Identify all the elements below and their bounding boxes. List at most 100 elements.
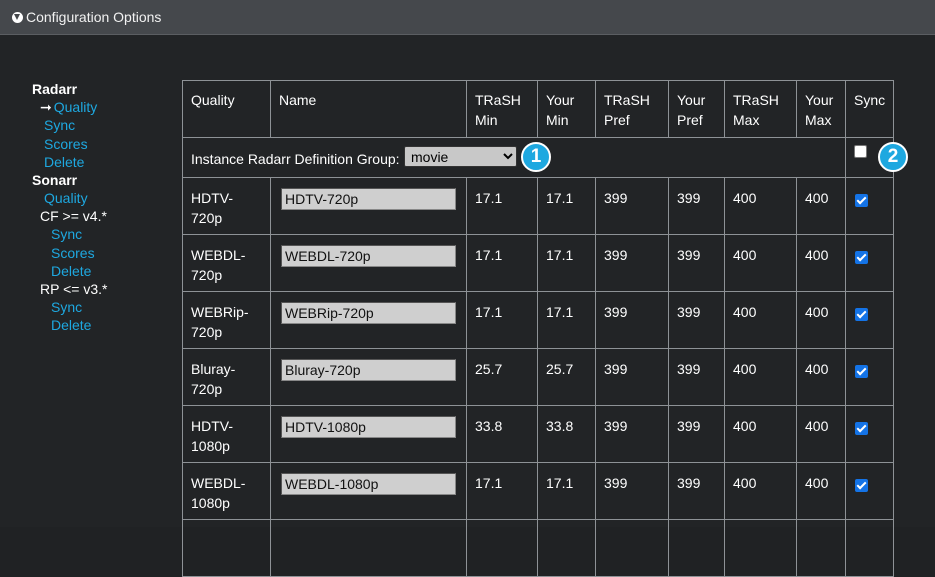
trash-pref-cell: 399 bbox=[595, 462, 669, 520]
column-header-line1: Quality bbox=[191, 92, 235, 108]
your-min-cell[interactable]: 17.1 bbox=[537, 177, 596, 235]
definition-group-label: Instance Radarr Definition Group: bbox=[191, 151, 400, 167]
quality-cell: WEBRip- 720p bbox=[182, 291, 271, 349]
name-cell bbox=[270, 234, 467, 292]
quality-label: Bluray- bbox=[191, 361, 236, 377]
your-pref-cell[interactable]: 399 bbox=[668, 291, 725, 349]
table-cell bbox=[845, 519, 894, 577]
name-input[interactable] bbox=[281, 359, 456, 381]
quality-label: HDTV- bbox=[191, 418, 233, 434]
column-header-line2: Min bbox=[546, 112, 569, 128]
table-row: WEBRip-720p17.117.1399399400400 bbox=[182, 291, 894, 349]
table-cell bbox=[270, 519, 467, 577]
circle-arrow-down-icon bbox=[12, 11, 23, 23]
sync-checkbox[interactable] bbox=[855, 251, 868, 264]
trash-max-cell: 400 bbox=[724, 462, 797, 520]
config-header-title[interactable]: Configuration Options bbox=[12, 9, 161, 25]
table-cell bbox=[724, 519, 797, 577]
table-cell bbox=[182, 519, 271, 577]
trash-min-cell: 17.1 bbox=[466, 177, 538, 235]
trash-min-cell: 17.1 bbox=[466, 234, 538, 292]
quality-cell: HDTV- 720p bbox=[182, 177, 271, 235]
name-input[interactable] bbox=[281, 302, 456, 324]
sync-cell bbox=[845, 234, 894, 292]
your-max-cell[interactable]: 400 bbox=[796, 234, 846, 292]
quality-label: WEBDL- bbox=[191, 247, 246, 263]
sidebar-item-rp-delete[interactable]: Delete bbox=[51, 317, 91, 333]
sync-checkbox[interactable] bbox=[855, 308, 868, 321]
table-row: HDTV-720p17.117.1399399400400 bbox=[182, 177, 894, 235]
your-pref-cell[interactable]: 399 bbox=[668, 462, 725, 520]
table-cell bbox=[466, 519, 538, 577]
config-header-bar[interactable]: Configuration Options bbox=[0, 0, 935, 35]
your-pref-cell[interactable]: 399 bbox=[668, 405, 725, 463]
your-min-cell[interactable]: 17.1 bbox=[537, 291, 596, 349]
sync-checkbox[interactable] bbox=[855, 479, 868, 492]
trash-min-cell: 17.1 bbox=[466, 291, 538, 349]
name-cell bbox=[270, 405, 467, 463]
column-header-line1: Your bbox=[546, 92, 575, 108]
your-min-cell[interactable]: 25.7 bbox=[537, 348, 596, 406]
column-header-line2: Max bbox=[805, 112, 832, 128]
name-input[interactable] bbox=[281, 473, 456, 495]
column-header: Your Pref bbox=[668, 80, 725, 138]
name-input[interactable] bbox=[281, 245, 456, 267]
definition-group-select[interactable]: movie bbox=[404, 146, 517, 167]
your-min-cell[interactable]: 33.8 bbox=[537, 405, 596, 463]
group-sync-checkbox[interactable] bbox=[854, 145, 867, 158]
sidebar-item-rp-sync[interactable]: Sync bbox=[51, 299, 82, 315]
your-pref-cell[interactable]: 399 bbox=[668, 348, 725, 406]
your-max-cell[interactable]: 400 bbox=[796, 348, 846, 406]
sidebar-item-radarr-scores[interactable]: Scores bbox=[44, 136, 88, 152]
your-pref-cell[interactable]: 399 bbox=[668, 177, 725, 235]
sidebar-group-cf: CF >= v4.* bbox=[40, 208, 107, 224]
your-max-cell[interactable]: 400 bbox=[796, 405, 846, 463]
trash-max-cell: 400 bbox=[724, 348, 797, 406]
sync-checkbox[interactable] bbox=[855, 422, 868, 435]
quality-label: WEBDL- bbox=[191, 475, 246, 491]
trash-max-cell: 400 bbox=[724, 177, 797, 235]
quality-label: 720p bbox=[191, 210, 223, 226]
sidebar-item-cf-scores[interactable]: Scores bbox=[51, 245, 95, 261]
trash-min-cell: 25.7 bbox=[466, 348, 538, 406]
definition-group-row: Instance Radarr Definition Group: movie … bbox=[182, 137, 908, 178]
your-pref-cell[interactable]: 399 bbox=[668, 234, 725, 292]
sync-checkbox[interactable] bbox=[855, 194, 868, 207]
column-header: TRaSH Max bbox=[724, 80, 797, 138]
sync-cell bbox=[845, 177, 894, 235]
sync-cell bbox=[845, 462, 894, 520]
your-max-cell[interactable]: 400 bbox=[796, 291, 846, 349]
table-cell bbox=[796, 519, 846, 577]
table-row: HDTV-1080p33.833.8399399400400 bbox=[182, 405, 894, 463]
your-min-cell[interactable]: 17.1 bbox=[537, 462, 596, 520]
arrow-right-icon: ➞ bbox=[40, 99, 52, 115]
sidebar-item-radarr-quality[interactable]: ➞ Quality bbox=[40, 99, 97, 116]
sidebar-item-sonarr-quality[interactable]: Quality bbox=[44, 190, 88, 206]
quality-cell: Bluray- 720p bbox=[182, 348, 271, 406]
annotation-badge-2: 2 bbox=[878, 142, 908, 172]
sidebar-item-cf-sync[interactable]: Sync bbox=[51, 226, 82, 242]
sidebar-item-radarr-sync[interactable]: Sync bbox=[44, 117, 75, 133]
sidebar-item-cf-delete[interactable]: Delete bbox=[51, 263, 91, 279]
column-header: Name bbox=[270, 80, 467, 138]
sync-checkbox[interactable] bbox=[855, 365, 868, 378]
table-row: WEBDL-1080p17.117.1399399400400 bbox=[182, 462, 894, 520]
quality-label: 720p bbox=[191, 324, 223, 340]
column-header-line2: Pref bbox=[604, 112, 630, 128]
column-header-line1: Your bbox=[805, 92, 834, 108]
name-input[interactable] bbox=[281, 416, 456, 438]
name-input[interactable] bbox=[281, 188, 456, 210]
sidebar-heading-radarr: Radarr bbox=[32, 81, 78, 97]
trash-max-cell: 400 bbox=[724, 291, 797, 349]
sidebar-item-radarr-delete[interactable]: Delete bbox=[44, 154, 84, 170]
your-max-cell[interactable]: 400 bbox=[796, 177, 846, 235]
name-cell bbox=[270, 177, 467, 235]
name-cell bbox=[270, 291, 467, 349]
your-min-cell[interactable]: 17.1 bbox=[537, 234, 596, 292]
sidebar-group-rp: RP <= v3.* bbox=[40, 281, 108, 297]
quality-label: 720p bbox=[191, 381, 223, 397]
quality-definitions-table: Quality Name TRaSH Min Your Min TRaSH Pref Your P… bbox=[182, 80, 908, 577]
your-max-cell[interactable]: 400 bbox=[796, 462, 846, 520]
trash-min-cell: 33.8 bbox=[466, 405, 538, 463]
name-cell bbox=[270, 348, 467, 406]
